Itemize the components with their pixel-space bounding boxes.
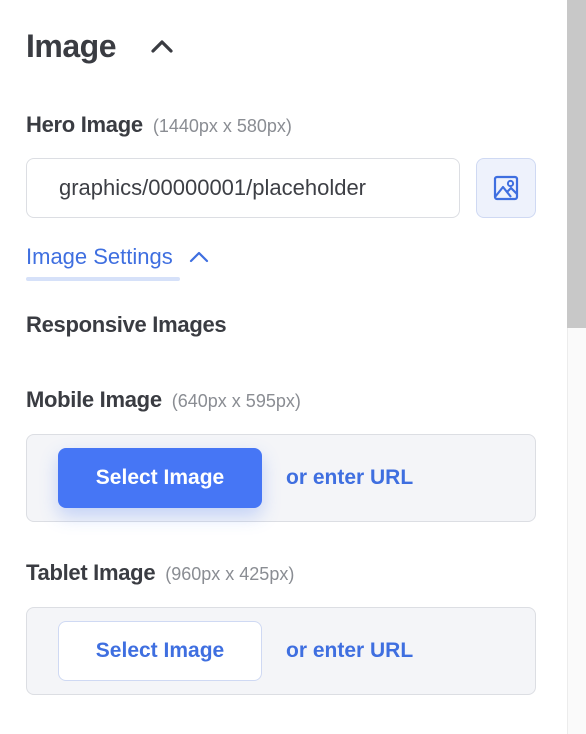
image-icon — [493, 175, 519, 201]
image-settings-underline — [26, 277, 180, 281]
image-settings-panel: Image Hero Image (1440px x 580px) Image … — [0, 0, 586, 734]
mobile-image-label: Mobile Image — [26, 387, 162, 412]
tablet-image-upload-box: Select Image or enter URL — [26, 607, 536, 695]
tablet-image-dimensions: (960px x 425px) — [165, 564, 295, 584]
section-header: Image — [26, 28, 176, 65]
mobile-image-label-row: Mobile Image (640px x 595px) — [26, 387, 301, 413]
scrollbar-track[interactable] — [567, 0, 586, 734]
collapse-section-button[interactable] — [148, 33, 176, 61]
mobile-enter-url-link[interactable]: or enter URL — [286, 466, 413, 490]
hero-image-path-input[interactable] — [26, 158, 460, 218]
section-title: Image — [26, 28, 116, 64]
image-settings-label: Image Settings — [26, 244, 173, 269]
responsive-images-heading: Responsive Images — [26, 312, 227, 337]
chevron-up-icon — [187, 245, 211, 269]
tablet-enter-url-link[interactable]: or enter URL — [286, 639, 413, 663]
hero-image-label: Hero Image — [26, 112, 143, 137]
tablet-image-label: Tablet Image — [26, 560, 156, 585]
mobile-select-image-button[interactable]: Select Image — [58, 448, 262, 508]
tablet-image-label-row: Tablet Image (960px x 425px) — [26, 560, 294, 586]
mobile-image-dimensions: (640px x 595px) — [171, 391, 301, 411]
chevron-up-icon — [151, 39, 173, 53]
scrollbar-thumb[interactable] — [567, 0, 586, 328]
tablet-select-image-button[interactable]: Select Image — [58, 621, 262, 681]
hero-image-dimensions: (1440px x 580px) — [152, 116, 292, 136]
browse-media-button[interactable] — [476, 158, 536, 218]
image-settings-toggle[interactable]: Image Settings — [26, 244, 211, 270]
mobile-image-upload-box: Select Image or enter URL — [26, 434, 536, 522]
hero-image-label-row: Hero Image (1440px x 580px) — [26, 112, 292, 138]
